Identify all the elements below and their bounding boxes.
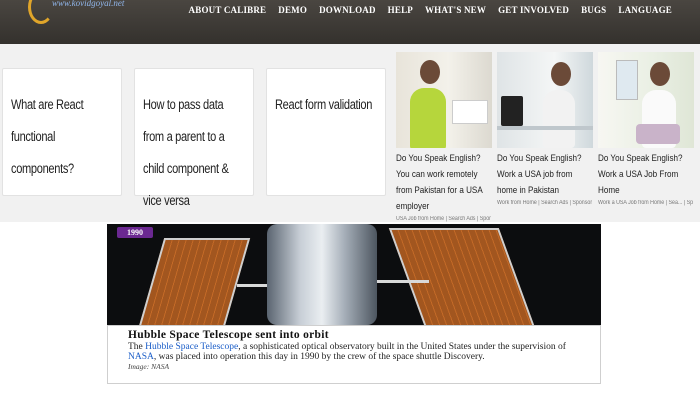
nav-item-about-calibre[interactable]: About Calibre bbox=[189, 5, 267, 15]
hubble-link[interactable]: Hubble Space Telescope bbox=[145, 342, 238, 352]
article-card-title[interactable]: What are React functional components? bbox=[11, 89, 113, 185]
ad-title[interactable]: Do You Speak English? You can work remot… bbox=[396, 150, 491, 214]
nav-item-demo[interactable]: Demo bbox=[278, 5, 307, 15]
telescope-body bbox=[267, 224, 377, 325]
year-badge: 1990 bbox=[117, 227, 153, 238]
nav-item-language[interactable]: Language bbox=[618, 5, 672, 15]
top-nav-bar: www.kovidgoyal.net About Calibre Demo Do… bbox=[0, 0, 700, 44]
ad-image[interactable] bbox=[598, 52, 694, 148]
feature-body-text: , a sophisticated optical observatory bu… bbox=[238, 342, 566, 352]
nav-item-get-involved[interactable]: Get Involved bbox=[498, 5, 569, 15]
nav-item-bugs[interactable]: Bugs bbox=[581, 5, 606, 15]
article-card-title[interactable]: How to pass data from a parent to a chil… bbox=[143, 89, 245, 217]
ad-image[interactable] bbox=[497, 52, 593, 148]
solar-panel-right bbox=[388, 228, 536, 328]
article-card-title[interactable]: React form validation bbox=[275, 89, 377, 121]
ad-meta: USA Job from Home | Search Ads | Sponsor… bbox=[396, 216, 491, 222]
feature-body: The Hubble Space Telescope, a sophistica… bbox=[128, 342, 580, 362]
article-card[interactable]: What are React functional components? bbox=[2, 68, 122, 196]
main-nav: About Calibre Demo Download Help What's … bbox=[189, 5, 672, 15]
logo-text[interactable]: www.kovidgoyal.net bbox=[52, 0, 124, 8]
ad-title[interactable]: Do You Speak English? Work a USA job fro… bbox=[497, 150, 592, 198]
image-credit: Image: NASA bbox=[128, 362, 170, 371]
hubble-image[interactable]: 1990 bbox=[107, 224, 601, 330]
nav-item-whats-new[interactable]: What's New bbox=[425, 5, 486, 15]
sponsored-ad[interactable]: Do You Speak English? Work a USA job fro… bbox=[497, 52, 593, 206]
ad-title[interactable]: Do You Speak English? Work a USA Job Fro… bbox=[598, 150, 693, 198]
sponsored-ad[interactable]: Do You Speak English? You can work remot… bbox=[396, 52, 492, 222]
on-this-day-feature[interactable]: 1990 Hubble Space Telescope sent into or… bbox=[107, 224, 601, 384]
ad-meta: Work from Home | Search Ads | Sponsored bbox=[497, 200, 592, 206]
related-content-band: What are React functional components? Ho… bbox=[0, 44, 700, 222]
feature-title[interactable]: Hubble Space Telescope sent into orbit bbox=[128, 329, 580, 342]
feature-body-text: The bbox=[128, 342, 146, 352]
solar-panel-left bbox=[137, 238, 251, 330]
calibre-logo-icon[interactable] bbox=[28, 0, 54, 24]
ad-meta: Work a USA Job from Home | Sea... | Spon… bbox=[598, 200, 693, 206]
boom-right bbox=[369, 280, 429, 283]
sponsored-ad[interactable]: Do You Speak English? Work a USA Job Fro… bbox=[598, 52, 694, 206]
nav-item-help[interactable]: Help bbox=[388, 5, 413, 15]
ad-image[interactable] bbox=[396, 52, 492, 148]
feature-body-text: , was placed into operation this day in … bbox=[153, 351, 485, 362]
article-card[interactable]: React form validation bbox=[266, 68, 386, 196]
article-card[interactable]: How to pass data from a parent to a chil… bbox=[134, 68, 254, 208]
nav-item-download[interactable]: Download bbox=[319, 5, 376, 15]
nasa-link[interactable]: NASA bbox=[128, 352, 154, 362]
feature-caption: Hubble Space Telescope sent into orbit T… bbox=[107, 325, 601, 384]
